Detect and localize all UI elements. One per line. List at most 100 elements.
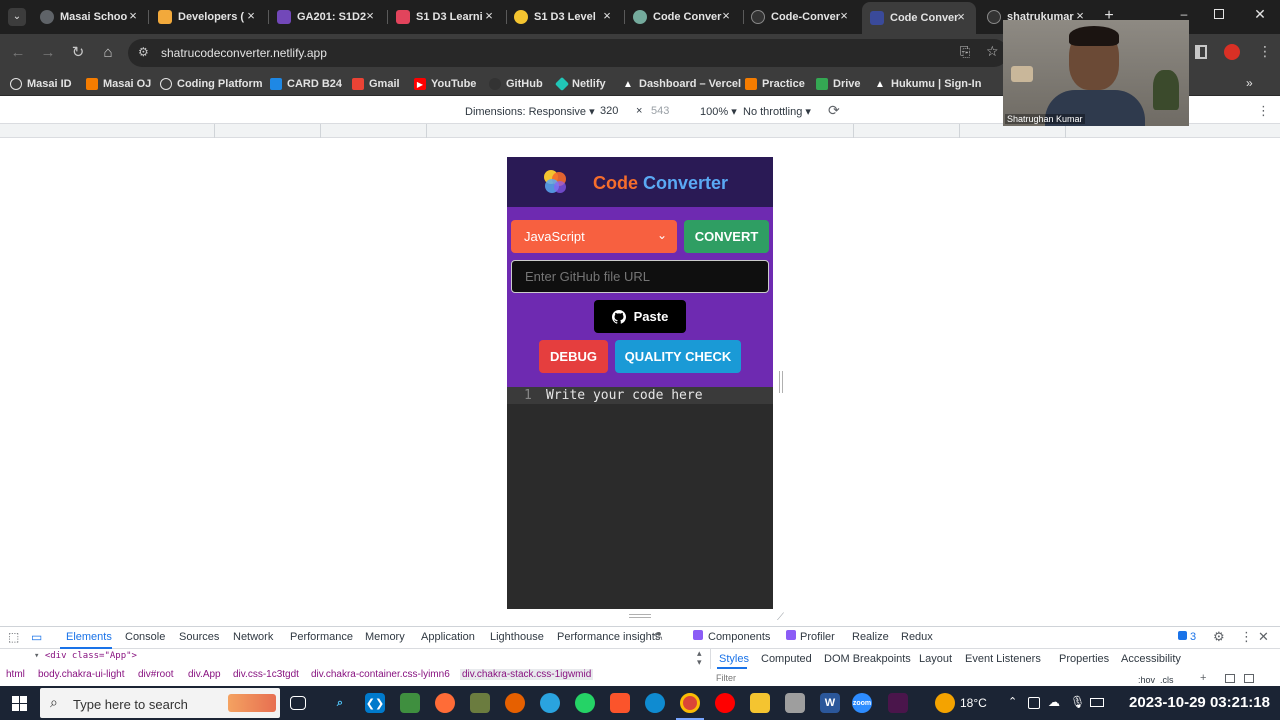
bookmark-item[interactable]: Gmail	[352, 76, 400, 92]
devtools-tab-network[interactable]: Network	[233, 631, 273, 643]
tab-layout[interactable]: Layout	[919, 653, 952, 665]
weather-icon[interactable]	[935, 693, 955, 713]
slack-icon[interactable]	[888, 693, 908, 713]
code-editor-line[interactable]: 1 Write your code here	[507, 387, 773, 404]
home-icon[interactable]: ⌂	[98, 43, 118, 63]
breadcrumb-item[interactable]: div.chakra-container.css-lyimn6	[311, 669, 450, 680]
convert-button[interactable]: CONVERT	[684, 220, 769, 253]
devtools-tab-lighthouse[interactable]: Lighthouse	[490, 631, 544, 643]
code-editor[interactable]	[507, 404, 773, 609]
issues-icon[interactable]	[1178, 631, 1187, 640]
taskbar-search[interactable]: ⌕ Type here to search	[40, 688, 280, 718]
devtools-tab-realize[interactable]: Realize	[852, 631, 889, 643]
close-icon[interactable]: ×	[600, 9, 614, 23]
browser-tab[interactable]: Developers ( ×	[158, 4, 258, 30]
tab-properties[interactable]: Properties	[1059, 653, 1109, 665]
height-input[interactable]: 543	[651, 105, 669, 117]
tab-styles[interactable]: Styles	[719, 653, 749, 665]
browser-tab[interactable]: S1 D3 Learni ×	[396, 4, 496, 30]
word-icon[interactable]: W	[820, 693, 840, 713]
close-icon[interactable]: ×	[363, 9, 377, 23]
browser-tab[interactable]: S1 D3 Level ×	[514, 4, 614, 30]
cloud-icon[interactable]: ☁	[1048, 695, 1060, 709]
bookmark-item[interactable]: CARD B24	[270, 76, 342, 92]
inspect-icon[interactable]: ⬚	[8, 630, 19, 644]
new-rule-icon[interactable]: +	[1200, 672, 1206, 684]
maximize-icon[interactable]	[1214, 9, 1224, 19]
close-icon[interactable]: ×	[954, 10, 968, 24]
more-menu-icon[interactable]: ⋮	[1258, 43, 1272, 60]
tray-chevron-icon[interactable]: ⌃	[1008, 695, 1017, 708]
reload-icon[interactable]: ↻	[68, 43, 88, 63]
youtube-music-icon[interactable]	[715, 693, 735, 713]
postman-icon[interactable]	[435, 693, 455, 713]
edge-icon[interactable]	[645, 693, 665, 713]
forward-icon[interactable]: →	[38, 43, 58, 63]
device-more-icon[interactable]: ⋮	[1257, 103, 1270, 119]
devtools-more-icon[interactable]: ⋮	[1240, 629, 1253, 645]
breadcrumb-item[interactable]: div.chakra-stack.css-1igwmid	[460, 669, 594, 680]
devtools-tab-sources[interactable]: Sources	[179, 631, 219, 643]
close-icon[interactable]: ×	[837, 9, 851, 23]
settings-gear-icon[interactable]: ⚙	[1213, 629, 1225, 645]
side-panel-icon[interactable]	[1195, 45, 1207, 59]
bookmark-item[interactable]: ▲ Hukumu | Sign-In	[874, 76, 981, 92]
debug-button[interactable]: DEBUG	[539, 340, 608, 373]
zoom-icon[interactable]: zoom	[852, 693, 872, 713]
tab-dom-breakpoints[interactable]: DOM Breakpoints	[824, 653, 911, 665]
chrome-icon[interactable]	[680, 693, 700, 713]
resize-handle-bottom[interactable]	[629, 614, 651, 618]
browser-tab[interactable]: Masai Schoo ×	[40, 4, 140, 30]
breadcrumb-item[interactable]: html	[6, 669, 25, 680]
quality-check-button[interactable]: QUALITY CHECK	[615, 340, 741, 373]
devtools-tab-console[interactable]: Console	[125, 631, 165, 643]
devtools-tab-components[interactable]: Components	[708, 631, 770, 643]
bookmark-item[interactable]: GitHub	[489, 76, 543, 92]
file-explorer-icon[interactable]	[750, 693, 770, 713]
devtools-tab-application[interactable]: Application	[421, 631, 475, 643]
language-select[interactable]: JavaScript ⌄	[511, 220, 677, 253]
tray-icon[interactable]	[1028, 697, 1040, 709]
brave-icon[interactable]	[610, 693, 630, 713]
bookmark-item[interactable]: Netlify	[554, 76, 606, 92]
tab-event-listeners[interactable]: Event Listeners	[965, 653, 1041, 665]
telegram-icon[interactable]	[540, 693, 560, 713]
close-devtools-icon[interactable]: ✕	[1258, 629, 1269, 645]
devtools-tab-memory[interactable]: Memory	[365, 631, 405, 643]
expand-triangle-icon[interactable]: ▾	[34, 651, 39, 661]
breadcrumb-item[interactable]: div.css-1c3tgdt	[233, 669, 299, 680]
task-view-icon[interactable]	[290, 696, 306, 710]
width-input[interactable]: 320	[600, 105, 618, 117]
resize-handle-corner[interactable]: ⟋	[777, 612, 784, 623]
address-bar[interactable]: ⚙ shatrucodeconverter.netlify.app ⎘ ☆	[128, 39, 1008, 67]
install-icon[interactable]: ⎘	[960, 44, 970, 60]
vscode-icon[interactable]: ❮❯	[365, 693, 385, 713]
bookmark-item[interactable]: Masai ID	[10, 76, 72, 92]
bookmark-item[interactable]: Masai OJ	[86, 76, 151, 92]
weather-temp[interactable]: 18°C	[960, 696, 987, 710]
windows-start-icon[interactable]	[12, 696, 27, 711]
firefox-icon[interactable]	[505, 693, 525, 713]
rotate-icon[interactable]: ⟳	[828, 102, 840, 119]
browser-tab[interactable]: Code-Conver ×	[751, 4, 851, 30]
browser-tab-active[interactable]: Code Conver ×	[862, 2, 976, 34]
panel-toggle-icon[interactable]: ▴ ▾	[697, 649, 702, 667]
more-bookmarks-icon[interactable]: »	[1246, 76, 1253, 90]
toggle-sidebar-icon[interactable]	[1244, 674, 1254, 683]
folder-icon[interactable]	[785, 693, 805, 713]
throttling-dropdown[interactable]: No throttling ▾	[743, 105, 811, 118]
bookmark-item[interactable]: Drive	[816, 76, 861, 92]
bookmark-item[interactable]: ▲ Dashboard – Vercel	[622, 76, 741, 92]
zoom-dropdown[interactable]: 100% ▾	[700, 105, 737, 118]
battery-icon[interactable]	[1090, 698, 1104, 707]
taskbar-datetime[interactable]: 2023-10-29 03:21:18	[1129, 694, 1270, 711]
issues-count[interactable]: 3	[1190, 631, 1196, 643]
microphone-icon[interactable]: 🎙	[1070, 695, 1085, 709]
bookmark-item[interactable]: Coding Platform	[160, 76, 263, 92]
url-text[interactable]: shatrucodeconverter.netlify.app	[161, 46, 327, 60]
tab-search-button[interactable]: ⌄	[8, 8, 26, 26]
whatsapp-icon[interactable]	[575, 693, 595, 713]
close-icon[interactable]: ×	[244, 9, 258, 23]
resize-handle-right[interactable]	[779, 371, 783, 393]
close-icon[interactable]: ×	[126, 9, 140, 23]
